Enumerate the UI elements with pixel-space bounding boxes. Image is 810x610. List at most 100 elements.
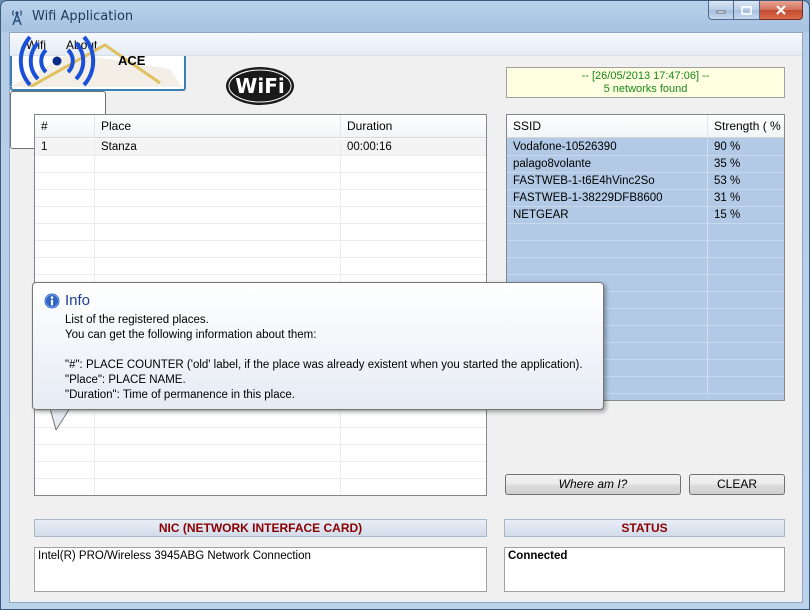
empty-cell	[708, 360, 784, 377]
empty-cell	[507, 241, 708, 258]
empty-cell	[708, 377, 784, 394]
empty-cell	[95, 241, 341, 258]
empty-row	[35, 190, 486, 207]
column-header-num[interactable]: #	[35, 115, 95, 138]
title-bar[interactable]: Wifi Application	[1, 1, 809, 33]
empty-cell	[35, 241, 95, 258]
tooltip-tail	[49, 408, 70, 430]
empty-cell	[507, 258, 708, 275]
column-header-ssid[interactable]: SSID	[507, 115, 708, 138]
tooltip-line: "#": PLACE COUNTER ('old' label, if the …	[65, 359, 583, 371]
minimize-button[interactable]	[708, 1, 734, 20]
empty-row	[507, 241, 784, 258]
empty-cell	[708, 292, 784, 309]
empty-cell	[95, 156, 341, 173]
empty-cell	[708, 326, 784, 343]
network-strength: 53 %	[714, 175, 741, 187]
empty-cell	[341, 207, 486, 224]
nic-header: NIC (NETWORK INTERFACE CARD)	[34, 519, 487, 537]
network-count: 5 networks found	[603, 83, 688, 95]
empty-row	[507, 224, 784, 241]
empty-cell	[507, 224, 708, 241]
empty-cell	[95, 428, 341, 445]
empty-cell	[95, 190, 341, 207]
empty-row	[35, 411, 486, 428]
clear-button[interactable]: CLEAR	[689, 474, 785, 495]
close-button[interactable]	[760, 1, 803, 20]
empty-cell	[95, 462, 341, 479]
network-row[interactable]: NETGEAR 15 %	[507, 207, 784, 224]
empty-row	[507, 258, 784, 275]
networks-header: SSID Strength ( % )	[507, 115, 784, 156]
empty-cell	[95, 207, 341, 224]
empty-cell	[708, 343, 784, 360]
places-header: # Place Duration	[35, 115, 486, 138]
place-num: 1	[35, 139, 95, 156]
empty-cell	[35, 224, 95, 241]
where-am-i-button[interactable]: Where am I?	[505, 474, 681, 495]
network-row[interactable]: Vodafone-10526390 90 %	[507, 139, 784, 156]
column-header-strength[interactable]: Strength ( % )	[708, 115, 784, 156]
network-ssid: FASTWEB-1-t6E4hVinc2So	[507, 173, 708, 190]
empty-row	[35, 428, 486, 445]
status-textbox[interactable]: Connected	[504, 547, 785, 592]
empty-row	[35, 462, 486, 479]
empty-row	[35, 173, 486, 190]
status-header: STATUS	[504, 519, 785, 537]
empty-row	[35, 224, 486, 241]
network-ssid: palago8volante	[507, 156, 708, 173]
empty-row	[35, 479, 486, 495]
network-strength: 90 %	[714, 141, 741, 153]
empty-cell	[341, 241, 486, 258]
empty-cell	[35, 479, 95, 495]
empty-row	[35, 445, 486, 462]
empty-cell	[95, 479, 341, 495]
empty-cell	[35, 462, 95, 479]
empty-cell	[708, 309, 784, 326]
empty-cell	[95, 258, 341, 275]
empty-cell	[341, 462, 486, 479]
scan-info-box: -- [26/05/2013 17:47:06] -- 5 networks f…	[506, 67, 785, 98]
empty-cell	[341, 428, 486, 445]
empty-cell	[35, 156, 95, 173]
empty-cell	[708, 224, 784, 241]
empty-cell	[35, 207, 95, 224]
empty-cell	[95, 224, 341, 241]
network-ssid: FASTWEB-1-38229DFB8600	[507, 190, 708, 207]
empty-cell	[35, 190, 95, 207]
network-row[interactable]: FASTWEB-1-t6E4hVinc2So 53 %	[507, 173, 784, 190]
empty-cell	[341, 156, 486, 173]
network-strength: 35 %	[714, 158, 741, 170]
wifi-tower-icon	[12, 10, 22, 26]
info-tooltip: Info List of the registered places. You …	[32, 282, 604, 410]
empty-cell	[341, 479, 486, 495]
column-header-place[interactable]: Place	[95, 115, 341, 138]
network-row[interactable]: FASTWEB-1-38229DFB8600 31 %	[507, 190, 784, 207]
network-row[interactable]: palago8volante 35 %	[507, 156, 784, 173]
wifi-logo: WiFi	[226, 67, 294, 105]
network-ssid: NETGEAR	[507, 207, 708, 224]
empty-cell	[341, 190, 486, 207]
tooltip-title: Info	[65, 292, 91, 309]
empty-cell	[341, 411, 486, 428]
place-name: Stanza	[95, 139, 341, 156]
empty-cell	[341, 173, 486, 190]
nic-textbox[interactable]: Intel(R) PRO/Wireless 3945ABG Network Co…	[34, 547, 487, 592]
empty-cell	[708, 241, 784, 258]
minimize-icon	[716, 10, 726, 14]
empty-cell	[35, 445, 95, 462]
tooltip-line: "Place": PLACE NAME.	[65, 374, 186, 386]
network-ssid: Vodafone-10526390	[507, 139, 708, 156]
scan-timestamp: -- [26/05/2013 17:47:06] --	[581, 70, 710, 82]
caption-buttons	[708, 1, 803, 21]
register-place-label: ACE	[118, 53, 146, 68]
table-row[interactable]: 1 Stanza 00:00:16	[35, 139, 486, 156]
empty-cell	[341, 445, 486, 462]
column-header-duration[interactable]: Duration	[341, 115, 486, 138]
empty-cell	[35, 428, 95, 445]
tooltip-line: "Duration": Time of permanence in this p…	[65, 389, 295, 401]
tooltip-line: You can get the following information ab…	[65, 329, 317, 341]
maximize-button[interactable]	[734, 1, 760, 20]
empty-cell	[341, 258, 486, 275]
empty-row	[35, 207, 486, 224]
